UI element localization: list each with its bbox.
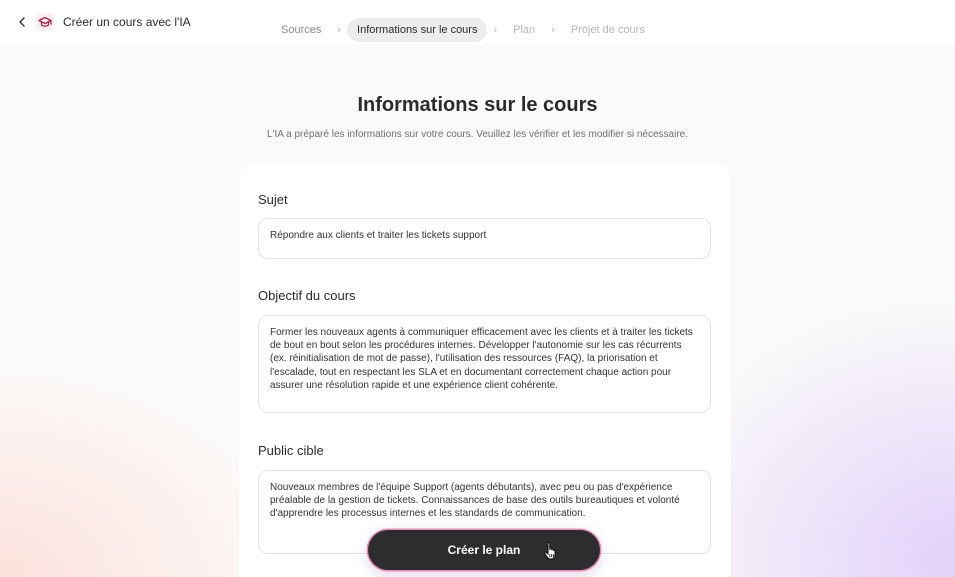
chevron-right-icon: › (551, 24, 555, 36)
objective-label: Objectif du cours (258, 288, 356, 303)
top-bar: Créer un cours avec l'IA Sources › Infor… (0, 0, 955, 44)
subject-field[interactable]: Répondre aux clients et traiter les tick… (258, 218, 711, 259)
step-sources[interactable]: Sources (271, 18, 331, 42)
chevron-left-icon (19, 17, 25, 27)
stepper: Sources › Informations sur le cours › Pl… (271, 17, 655, 43)
back-button[interactable] (14, 14, 30, 30)
page-title: Informations sur le cours (357, 94, 598, 116)
graduation-cap-icon (36, 13, 54, 31)
page: Créer un cours avec l'IA Sources › Infor… (0, 0, 955, 577)
step-course-info[interactable]: Informations sur le cours (347, 18, 488, 42)
create-plan-label: Créer le plan (447, 543, 521, 557)
create-plan-button[interactable]: Créer le plan (368, 530, 600, 570)
hand-pointer-icon (543, 541, 556, 560)
subject-label: Sujet (258, 192, 288, 207)
chevron-right-icon: › (493, 24, 498, 36)
app-title: Créer un cours avec l'IA (63, 15, 191, 29)
objective-field[interactable]: Former les nouveaux agents à communiquer… (258, 315, 711, 413)
chevron-right-icon: › (337, 24, 342, 36)
step-plan[interactable]: Plan (503, 18, 545, 42)
step-course-draft[interactable]: Projet de cours (561, 18, 655, 42)
audience-label: Public cible (258, 443, 324, 458)
page-subtitle: L'IA a préparé les informations sur votr… (267, 129, 688, 140)
course-info-card: Sujet Répondre aux clients et traiter le… (239, 163, 731, 577)
